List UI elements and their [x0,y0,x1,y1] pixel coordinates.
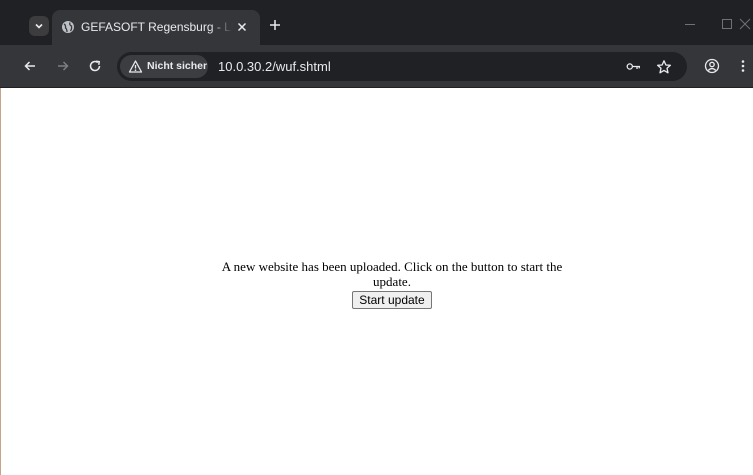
plus-icon [270,20,280,30]
page-viewport: A new website has been uploaded. Click o… [0,88,753,475]
reload-icon [89,60,101,72]
active-tab[interactable]: GEFASOFT Regensburg - LUCON Control [52,10,260,45]
arrow-left-icon [24,61,35,71]
minimize-button[interactable] [680,14,700,34]
security-chip[interactable]: Nicht sicher [120,55,208,78]
key-icon [626,63,640,70]
security-label: Nicht sicher [147,60,208,72]
tab-strip: GEFASOFT Regensburg - LUCON Control [0,0,753,45]
maximize-icon [722,19,732,29]
tab-search-button[interactable] [29,16,49,36]
update-panel: A new website has been uploaded. Click o… [203,259,581,309]
address-bar[interactable]: Nicht sicher 10.0.30.2/wuf.shtml [117,52,687,81]
arrow-right-icon [58,61,69,71]
close-icon [237,22,247,32]
password-key-button[interactable] [625,58,642,75]
back-button[interactable] [20,56,40,76]
forward-button[interactable] [53,56,73,76]
window-close-button[interactable] [737,14,753,34]
menu-button[interactable] [735,56,751,76]
url-text[interactable]: 10.0.30.2/wuf.shtml [218,59,331,74]
minimize-icon [685,24,695,25]
new-tab-button[interactable] [266,16,284,34]
reload-button[interactable] [85,56,105,76]
chevron-down-icon [35,23,43,29]
maximize-button[interactable] [717,14,737,34]
profile-icon [704,58,720,74]
close-icon [739,18,751,30]
globe-icon [62,21,74,33]
browser-toolbar: Nicht sicher 10.0.30.2/wuf.shtml [0,45,753,88]
tab-title: GEFASOFT Regensburg - LUCON Control [81,20,233,34]
star-icon [656,59,671,73]
more-vertical-icon [741,60,745,72]
start-update-button[interactable]: Start update [352,291,432,309]
bookmark-star-button[interactable] [655,58,672,75]
profile-button[interactable] [702,56,722,76]
warning-icon [128,60,143,73]
tab-close-button[interactable] [235,20,249,34]
update-message: A new website has been uploaded. Click o… [221,259,563,289]
